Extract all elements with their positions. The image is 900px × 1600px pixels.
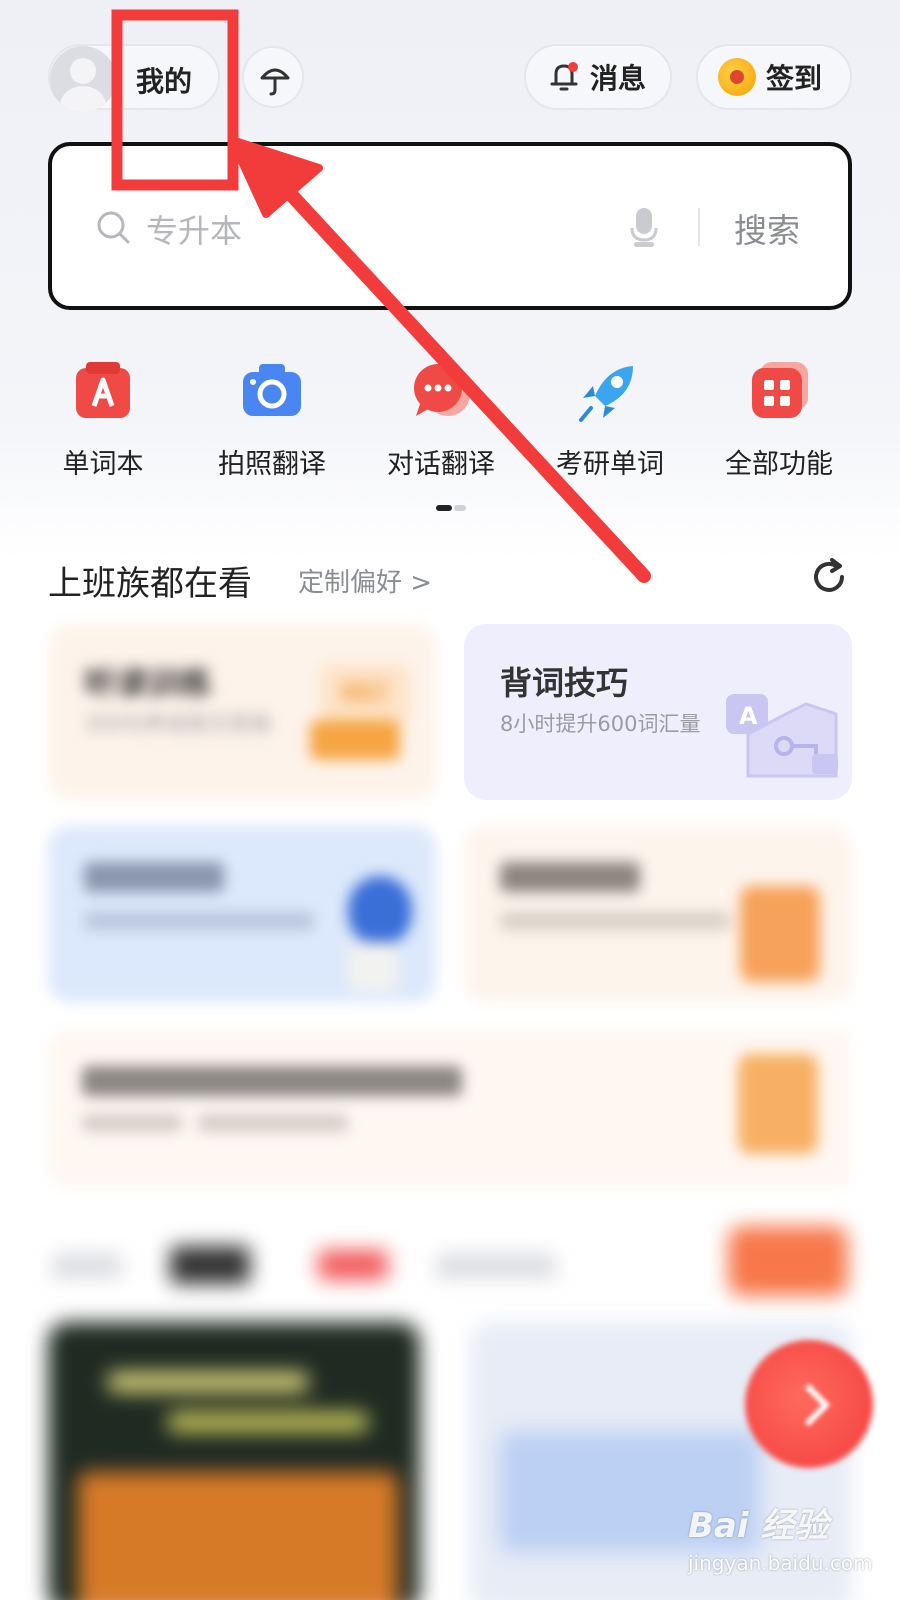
- card-blurred-wide[interactable]: [48, 1028, 852, 1188]
- checkin-button[interactable]: 签到: [696, 44, 852, 110]
- search-icon: [97, 211, 130, 244]
- feature-dialogue-translate[interactable]: 对话翻译: [366, 358, 516, 481]
- rocket-icon: [579, 366, 633, 422]
- messages-label: 消息: [590, 62, 647, 95]
- card-blurred-2[interactable]: [464, 826, 852, 1002]
- page-dot: [454, 505, 466, 511]
- feature-photo-translate[interactable]: 拍照翻译: [197, 358, 347, 481]
- bell-icon: [550, 62, 578, 91]
- card-blurred-1[interactable]: [48, 826, 436, 1002]
- feature-shortcuts: 单词本 拍照翻译 对话翻译 考研单词 全部功能: [0, 358, 900, 488]
- book-key-icon: A: [726, 694, 838, 778]
- refresh-icon[interactable]: [808, 556, 850, 598]
- feed-item-video[interactable]: [48, 1322, 420, 1600]
- card-subtitle: 300句养成英文思维: [84, 712, 272, 736]
- feature-label: 拍照翻译: [218, 449, 326, 480]
- my-profile-button[interactable]: 我的: [48, 44, 220, 112]
- card-memorizing-tips[interactable]: 背词技巧 8小时提升600词汇量 A: [464, 624, 852, 800]
- blurred-tab[interactable]: [436, 1254, 556, 1278]
- top-bar: 我的 消息 签到: [0, 0, 900, 130]
- avatar[interactable]: [50, 46, 116, 112]
- microphone-icon[interactable]: [624, 204, 664, 250]
- blurred-tab[interactable]: [318, 1250, 388, 1280]
- blurred-tab[interactable]: [52, 1254, 122, 1278]
- feature-all-functions[interactable]: 全部功能: [704, 358, 854, 481]
- section-title: 上班族都在看: [48, 564, 252, 604]
- page-dot-active: [436, 505, 452, 511]
- feature-label: 全部功能: [725, 449, 833, 480]
- feature-vocabulary-book[interactable]: 单词本: [28, 358, 178, 481]
- card-subtitle: 8小时提升600词汇量: [500, 712, 701, 736]
- search-button[interactable]: 搜索: [734, 204, 800, 252]
- keyboard-icon: [310, 720, 400, 760]
- watermark: Bai 经验 jingyan.baidu.com: [688, 1498, 873, 1588]
- letter-badge: A: [739, 702, 758, 730]
- my-profile-label: 我的: [136, 65, 193, 98]
- page-indicator: [436, 505, 466, 511]
- blurred-tab[interactable]: [170, 1246, 250, 1284]
- search-input[interactable]: 专升本: [146, 206, 242, 252]
- umbrella-icon[interactable]: [242, 46, 304, 108]
- search-divider: [698, 208, 700, 246]
- blurred-banner[interactable]: [728, 1226, 848, 1296]
- card-title: 背词技巧: [500, 664, 629, 702]
- grid-apps-icon: [752, 362, 808, 418]
- checkin-label: 签到: [766, 62, 823, 95]
- hi-badge-icon: Hi!: [320, 664, 410, 724]
- search-bar[interactable]: 专升本 搜索: [48, 142, 852, 310]
- watermark-url: jingyan.baidu.com: [688, 1551, 873, 1575]
- feature-label: 对话翻译: [387, 449, 495, 480]
- camera-icon: [243, 364, 301, 416]
- customize-preferences-link[interactable]: 定制偏好 >: [298, 562, 432, 599]
- coin-icon: [718, 58, 756, 96]
- feature-label: 单词本: [62, 449, 144, 480]
- chat-bubble-icon: [414, 364, 470, 416]
- messages-button[interactable]: 消息: [524, 44, 672, 110]
- feature-label: 考研单词: [556, 449, 664, 480]
- card-listening-training[interactable]: 听读训练 300句养成英文思维 Hi!: [48, 624, 436, 800]
- vocabulary-book-icon: [76, 362, 130, 418]
- feature-postgrad-words[interactable]: 考研单词: [535, 358, 685, 481]
- watermark-logo: Bai 经验: [688, 1506, 829, 1546]
- card-title: 听读训练: [84, 664, 213, 702]
